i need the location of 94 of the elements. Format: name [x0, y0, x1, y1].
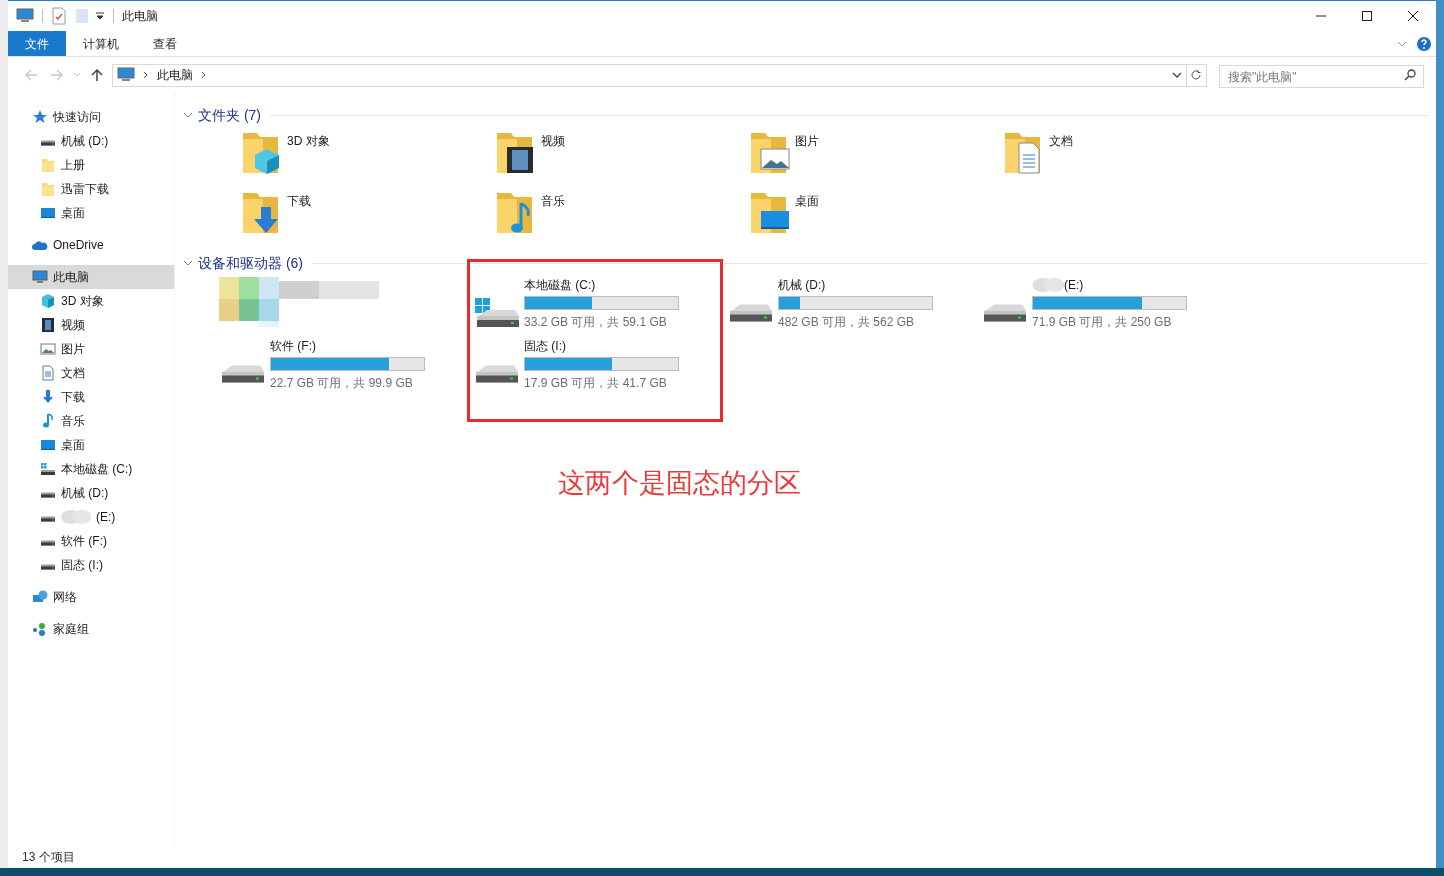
- folder-icon: [40, 157, 56, 173]
- sidebar-item[interactable]: 下载: [8, 385, 174, 409]
- sidebar-item[interactable]: (E:): [8, 505, 174, 529]
- folder-name[interactable]: 桌面: [795, 192, 819, 210]
- star-icon: [32, 109, 48, 125]
- desktop-icon: [40, 437, 56, 453]
- search-icon: [1404, 68, 1416, 81]
- sidebar-item[interactable]: 网络: [8, 585, 174, 609]
- desktop-icon: [40, 205, 56, 221]
- maximize-icon: [1361, 10, 1373, 22]
- properties-icon: [51, 7, 67, 25]
- folder-name[interactable]: 3D 对象: [287, 132, 330, 150]
- help-icon: [1417, 36, 1431, 51]
- sidebar-item[interactable]: 软件 (F:): [8, 529, 174, 553]
- drive-icon: [40, 540, 56, 547]
- drive-icon: [221, 364, 265, 383]
- minimize-icon: [1315, 15, 1327, 17]
- computer-icon: [32, 269, 48, 285]
- capacity-text: 17.9 GB 可用，共 41.7 GB: [524, 374, 668, 392]
- cube-icon: [40, 293, 56, 309]
- sidebar-item[interactable]: 视频: [8, 313, 174, 337]
- ribbon-tab[interactable]: 查看: [136, 31, 194, 56]
- system-drive-icon: [473, 295, 521, 330]
- drive-icon: [40, 140, 56, 147]
- folder-name[interactable]: 下载: [287, 192, 311, 210]
- folder-icon: [40, 181, 56, 197]
- sidebar-item[interactable]: 家庭组: [8, 617, 174, 641]
- folder-name[interactable]: 视频: [541, 132, 565, 150]
- up-arrow-icon: [89, 68, 104, 82]
- drive-name[interactable]: 本地磁盘 (C:): [524, 275, 596, 294]
- section-header[interactable]: 文件夹 (7): [198, 104, 261, 126]
- sidebar-item[interactable]: 机械 (D:): [8, 481, 174, 505]
- sidebar-item[interactable]: 上册: [8, 153, 174, 177]
- sidebar-item[interactable]: 固态 (I:): [8, 553, 174, 577]
- ribbon-tab[interactable]: 文件: [8, 31, 66, 56]
- drive-icon: [983, 303, 1027, 322]
- capacity-text: 71.9 GB 可用，共 250 GB: [1032, 313, 1173, 331]
- refresh-icon: [1190, 69, 1203, 81]
- sidebar-item[interactable]: 迅雷下载: [8, 177, 174, 201]
- chevron-right-icon: [200, 71, 207, 79]
- dropdown-icon: [95, 11, 105, 21]
- chevron-down-icon: [72, 72, 81, 78]
- capacity-text: 482 GB 可用，共 562 GB: [778, 313, 916, 331]
- sidebar-item[interactable]: 快速访问: [8, 105, 174, 129]
- folder-name[interactable]: 图片: [795, 132, 819, 150]
- music-note-icon: [40, 413, 56, 429]
- refresh-button[interactable]: [1187, 63, 1207, 87]
- film-icon: [40, 317, 56, 333]
- annotation-text: 这两个是固态的分区: [558, 467, 801, 500]
- sidebar-item[interactable]: 3D 对象: [8, 289, 174, 313]
- drive-icon: [475, 364, 519, 383]
- drive-icon: [40, 516, 56, 523]
- search-field[interactable]: 搜索"此电脑": [1218, 65, 1424, 88]
- computer-icon: [16, 8, 34, 24]
- ribbon-tab[interactable]: 计算机: [66, 31, 136, 56]
- computer-icon: [116, 67, 135, 83]
- folder-name[interactable]: 音乐: [541, 192, 565, 210]
- download-icon: [40, 389, 56, 405]
- window-title: 此电脑: [122, 8, 158, 25]
- drive-icon: [40, 461, 56, 477]
- drive-icon: [40, 564, 56, 571]
- drive-name[interactable]: 固态 (I:): [524, 336, 566, 355]
- image-icon: [40, 341, 56, 357]
- sidebar-item[interactable]: 此电脑: [8, 265, 174, 289]
- back-arrow-icon: [23, 68, 38, 82]
- sidebar-item[interactable]: 图片: [8, 337, 174, 361]
- drive-name[interactable]: 机械 (D:): [778, 275, 826, 294]
- sidebar-item[interactable]: 桌面: [8, 433, 174, 457]
- close-icon: [1407, 10, 1419, 22]
- chevron-right-icon: [142, 71, 149, 79]
- drive-icon: [40, 492, 56, 499]
- section-header[interactable]: 设备和驱动器 (6): [198, 252, 303, 274]
- chevron-down-icon: [1397, 40, 1407, 47]
- sidebar-item[interactable]: 桌面: [8, 201, 174, 225]
- drive-name[interactable]: (E:): [1064, 275, 1084, 294]
- chevron-down-icon: [1172, 71, 1182, 79]
- sidebar-item[interactable]: OneDrive: [8, 233, 174, 257]
- drive-name[interactable]: 软件 (F:): [270, 336, 316, 355]
- network-icon: [32, 589, 48, 605]
- forward-arrow-icon: [49, 68, 64, 82]
- capacity-text: 33.2 GB 可用，共 59.1 GB: [524, 313, 668, 331]
- status-text: 13 个项目: [22, 849, 75, 866]
- new-folder-icon: [75, 8, 89, 24]
- folder-name[interactable]: 文档: [1049, 132, 1073, 150]
- breadcrumb-item[interactable]: 此电脑: [156, 66, 193, 84]
- homegroup-icon: [32, 621, 48, 637]
- sidebar-item[interactable]: 文档: [8, 361, 174, 385]
- sidebar-item[interactable]: 音乐: [8, 409, 174, 433]
- sidebar-item[interactable]: 本地磁盘 (C:): [8, 457, 174, 481]
- address-bar[interactable]: 此电脑: [111, 63, 1187, 87]
- sidebar-item[interactable]: 机械 (D:): [8, 129, 174, 153]
- capacity-text: 22.7 GB 可用，共 99.9 GB: [270, 374, 414, 392]
- document-icon: [40, 365, 56, 381]
- drive-icon: [729, 303, 773, 322]
